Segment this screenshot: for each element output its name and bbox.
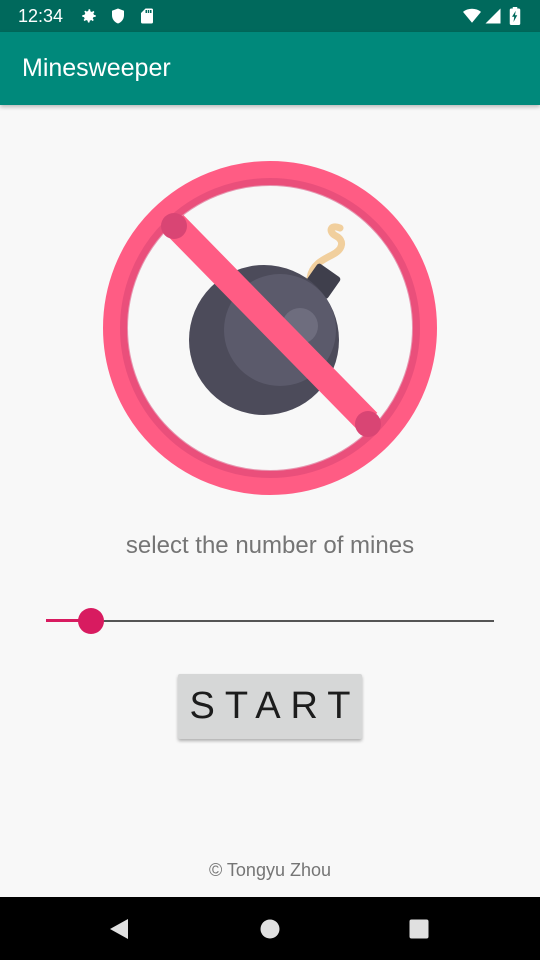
battery-icon bbox=[509, 7, 521, 25]
start-button[interactable]: START bbox=[178, 674, 362, 739]
status-time: 12:34 bbox=[18, 6, 64, 26]
recents-icon[interactable] bbox=[408, 918, 430, 940]
mine-count-prompt: select the number of mines bbox=[125, 532, 415, 559]
app-title: Minesweeper bbox=[22, 54, 171, 82]
mine-count-slider[interactable] bbox=[46, 606, 494, 636]
navigation-bar bbox=[0, 897, 540, 960]
home-icon[interactable] bbox=[259, 918, 281, 940]
wifi-icon bbox=[463, 8, 481, 23]
app-bar: Minesweeper bbox=[0, 32, 540, 105]
copyright-text: © Tongyu Zhou bbox=[208, 860, 331, 880]
signal-icon bbox=[485, 8, 501, 24]
slider-track[interactable] bbox=[46, 620, 494, 622]
no-bomb-icon bbox=[103, 161, 437, 495]
gear-icon bbox=[82, 9, 96, 23]
back-icon[interactable] bbox=[108, 918, 130, 940]
shield-icon bbox=[112, 8, 124, 24]
slider-thumb[interactable] bbox=[78, 608, 104, 634]
sd-card-icon bbox=[141, 8, 153, 24]
status-bar: 12:34 bbox=[0, 0, 540, 32]
